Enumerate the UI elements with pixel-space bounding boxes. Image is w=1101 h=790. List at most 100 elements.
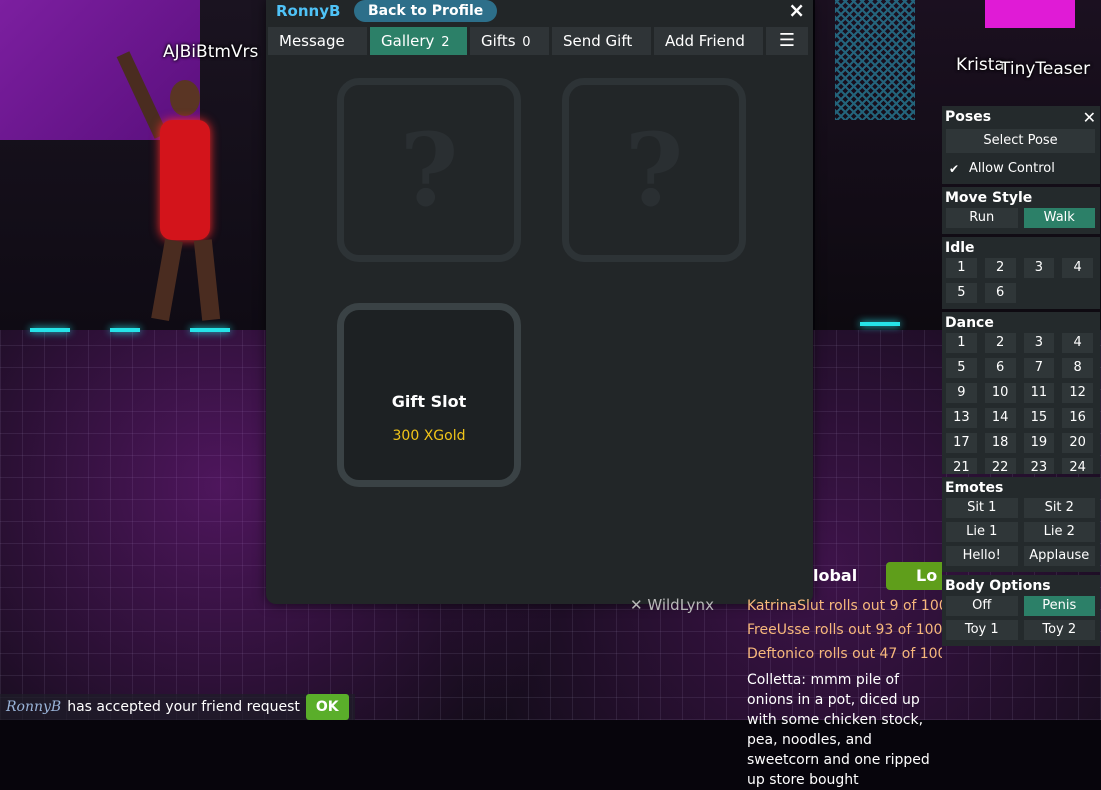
- move-style-section: Move Style Run Walk: [942, 187, 1100, 234]
- dance-button[interactable]: 10: [984, 383, 1016, 403]
- move-run-button[interactable]: Run: [946, 208, 1018, 228]
- dance-button[interactable]: 17: [946, 433, 977, 453]
- dance-button[interactable]: 7: [1023, 358, 1055, 378]
- idle-button[interactable]: 2: [984, 258, 1016, 278]
- section-title: Poses: [945, 109, 992, 125]
- dance-button[interactable]: 3: [1023, 333, 1055, 353]
- idle-button[interactable]: 1: [946, 258, 977, 278]
- idle-button[interactable]: 6: [984, 283, 1016, 303]
- tab-label: Gallery: [381, 32, 435, 50]
- floor-light: [30, 328, 70, 332]
- friend-request-notification: RonnyB has accepted your friend request …: [0, 694, 355, 720]
- dance-button[interactable]: 9: [946, 383, 977, 403]
- avatar-leg: [151, 239, 183, 321]
- emote-button[interactable]: Lie 1: [946, 522, 1018, 542]
- gift-slot[interactable]: Gift Slot 300 XGold: [337, 303, 521, 487]
- chat-tab-global[interactable]: lobal: [813, 566, 857, 585]
- avatar-head: [170, 80, 200, 116]
- tab-add-friend[interactable]: Add Friend: [654, 27, 763, 55]
- profile-gallery-window: RonnyB Back to Profile × Message Gallery…: [266, 0, 813, 604]
- body-option-button[interactable]: Penis: [1023, 596, 1095, 616]
- profile-username[interactable]: RonnyB: [276, 2, 340, 20]
- poses-section: Poses ✕ Select Pose ✔ Allow Control: [942, 106, 1100, 184]
- idle-button[interactable]: 3: [1023, 258, 1055, 278]
- tab-count: 2: [441, 35, 450, 50]
- dance-button[interactable]: 8: [1062, 358, 1093, 378]
- emote-button[interactable]: Lie 2: [1023, 522, 1095, 542]
- floor-light: [860, 322, 900, 326]
- gallery-slot-locked[interactable]: ?: [562, 78, 746, 262]
- dance-button[interactable]: 1: [946, 333, 977, 353]
- avatar-leg: [193, 239, 221, 321]
- emote-button[interactable]: Hello!: [946, 546, 1018, 566]
- move-walk-button[interactable]: Walk: [1023, 208, 1095, 228]
- avatar-nametag: TinyTeaser: [1000, 59, 1091, 79]
- menu-icon[interactable]: ☰: [766, 27, 808, 55]
- idle-button[interactable]: 4: [1062, 258, 1093, 278]
- dance-button[interactable]: 23: [1023, 458, 1055, 474]
- chat-log: KatrinaSlut rolls out 9 of 100 FreeUsse …: [747, 596, 942, 790]
- dance-button[interactable]: 2: [984, 333, 1016, 353]
- chat-tab-local[interactable]: Lo: [886, 562, 942, 590]
- dance-grid: 1 2 3 4 5 6 7 8 9 10 11 12 13 14 15 16 1…: [944, 331, 1097, 474]
- tab-label: Message: [279, 32, 345, 50]
- avatar-torso: [160, 120, 210, 240]
- body-option-button[interactable]: Toy 1: [946, 620, 1018, 640]
- chat-message: FreeUsse rolls out 93 of 100: [747, 622, 942, 638]
- body-options-section: Body Options Off Penis Toy 1 Toy 2: [942, 575, 1100, 646]
- tab-label: Send Gift: [563, 32, 633, 50]
- tab-send-gift[interactable]: Send Gift: [552, 27, 651, 55]
- emote-button[interactable]: Sit 2: [1023, 498, 1095, 518]
- dance-button[interactable]: 21: [946, 458, 977, 474]
- dance-button[interactable]: 14: [984, 408, 1016, 428]
- allow-control-toggle[interactable]: ✔ Allow Control: [944, 157, 1097, 180]
- question-mark-icon: ?: [624, 111, 684, 229]
- gift-slot-title: Gift Slot: [391, 392, 467, 411]
- section-title: Emotes: [945, 480, 1004, 496]
- dance-button[interactable]: 5: [946, 358, 977, 378]
- dance-button[interactable]: 20: [1062, 433, 1093, 453]
- emote-button[interactable]: Applause: [1023, 546, 1095, 566]
- gallery-slot-locked[interactable]: ?: [337, 78, 521, 262]
- dance-button[interactable]: 4: [1062, 333, 1093, 353]
- allow-control-label: Allow Control: [969, 161, 1055, 176]
- dance-button[interactable]: 24: [1062, 458, 1093, 474]
- close-icon[interactable]: ×: [788, 0, 805, 22]
- emote-button[interactable]: Sit 1: [946, 498, 1018, 518]
- ok-button[interactable]: OK: [305, 694, 349, 720]
- checkmark-icon[interactable]: ✔: [947, 162, 961, 176]
- profile-header: RonnyB Back to Profile ×: [266, 0, 813, 24]
- profile-tabs: Message Gallery 2 Gifts 0 Send Gift Add …: [266, 27, 813, 55]
- cyan-mesh-light: [835, 0, 915, 120]
- dance-button[interactable]: 18: [984, 433, 1016, 453]
- tab-message[interactable]: Message: [268, 27, 367, 55]
- back-to-profile-button[interactable]: Back to Profile: [354, 0, 498, 22]
- idle-button[interactable]: 5: [946, 283, 977, 303]
- player-avatar[interactable]: [116, 51, 240, 330]
- question-mark-icon: ?: [399, 111, 459, 229]
- chat-message: Colletta: mmm pile of onions in a pot, d…: [747, 672, 930, 788]
- tab-count: 0: [522, 35, 531, 50]
- chat-message: KatrinaSlut rolls out 9 of 100: [747, 598, 942, 614]
- dance-button[interactable]: 19: [1023, 433, 1055, 453]
- idle-section: Idle 1 2 3 4 5 6: [942, 237, 1100, 309]
- select-pose-button[interactable]: Select Pose: [946, 129, 1095, 153]
- dance-button[interactable]: 16: [1062, 408, 1093, 428]
- dance-button[interactable]: 22: [984, 458, 1016, 474]
- body-option-button[interactable]: Toy 2: [1023, 620, 1095, 640]
- avatar-nametag: AJBiBtmVrs: [163, 42, 259, 62]
- close-icon[interactable]: ✕: [1083, 108, 1096, 127]
- section-title: Move Style: [945, 190, 1033, 206]
- section-title: Dance: [945, 315, 994, 331]
- dance-section: Dance 1 2 3 4 5 6 7 8 9 10 11 12 13 14 1…: [942, 312, 1100, 474]
- dance-button[interactable]: 13: [946, 408, 977, 428]
- dance-button[interactable]: 11: [1023, 383, 1055, 403]
- dance-button[interactable]: 12: [1062, 383, 1093, 403]
- tab-gifts[interactable]: Gifts 0: [470, 27, 549, 55]
- dance-button[interactable]: 15: [1023, 408, 1055, 428]
- emotes-section: Emotes Sit 1 Sit 2 Lie 1 Lie 2 Hello! Ap…: [942, 477, 1100, 572]
- dance-button[interactable]: 6: [984, 358, 1016, 378]
- tab-label: Gifts: [481, 32, 516, 50]
- body-option-button[interactable]: Off: [946, 596, 1018, 616]
- tab-gallery[interactable]: Gallery 2: [370, 27, 467, 55]
